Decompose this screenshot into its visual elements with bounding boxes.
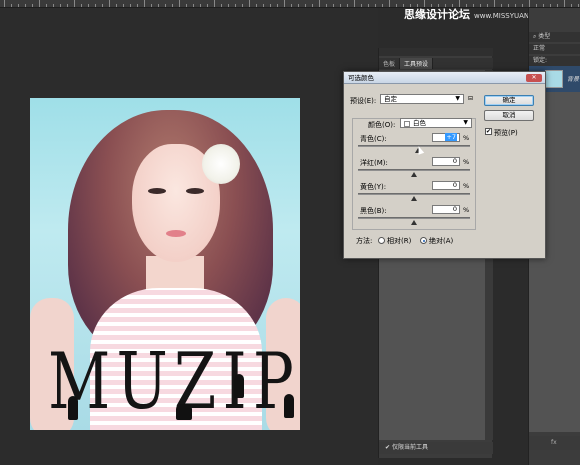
ok-button[interactable]: 确定 <box>484 95 534 106</box>
method-label: 方法: <box>356 237 373 245</box>
slider-value-text: 0 <box>452 181 457 189</box>
ruler-tick <box>109 0 110 7</box>
ruler-tick <box>389 0 390 7</box>
blend-mode-select[interactable]: 正常 <box>529 44 580 54</box>
ruler-tick <box>4 0 5 7</box>
percent-unit: % <box>463 206 470 214</box>
silhouette-icon <box>176 404 192 420</box>
current-tool-only-label: 仅限当前工具 <box>391 444 428 451</box>
close-icon[interactable]: ✕ <box>526 74 542 82</box>
slider-track[interactable] <box>358 217 470 225</box>
slider-label: 黑色(B): <box>360 207 387 215</box>
panel-footer: ✔ 仅限当前工具 <box>379 442 493 454</box>
slider-value-text: +7 <box>445 133 457 141</box>
layer-name: 背景 <box>567 76 580 83</box>
ruler-tick <box>564 0 565 7</box>
preset-select[interactable]: 自定 ▼ <box>380 94 464 104</box>
percent-unit: % <box>463 134 470 142</box>
lock-row: 锁定: <box>529 56 580 66</box>
site-watermark: 思缘设计论坛 www.MISSYUAN.com <box>404 6 546 22</box>
method-absolute-radio[interactable] <box>420 237 427 244</box>
tab-tool-presets[interactable]: 工具预设 <box>400 58 434 69</box>
photo-eye-left <box>148 188 166 194</box>
percent-unit: % <box>463 182 470 190</box>
colors-select[interactable]: 白色 ▼ <box>400 118 472 128</box>
slider-value-text: 0 <box>452 157 457 165</box>
ruler-tick <box>74 0 75 7</box>
slider-thumb[interactable] <box>411 172 417 177</box>
preset-value: 自定 <box>384 95 397 103</box>
colors-value: 白色 <box>413 119 426 127</box>
cancel-button[interactable]: 取消 <box>484 110 534 121</box>
ruler-tick <box>39 0 40 7</box>
slider-track[interactable] <box>358 169 470 177</box>
watermark-title: 思缘设计论坛 <box>404 8 470 21</box>
layer-thumbnail <box>545 70 563 88</box>
photo-flower <box>202 144 240 184</box>
layer-fx-button[interactable]: fx <box>529 436 580 450</box>
layer-kind-filter[interactable]: ⌕ 类型 <box>529 32 580 42</box>
slider-value-text: 0 <box>452 205 457 213</box>
photo-lips <box>166 230 186 237</box>
silhouette-icon <box>234 374 244 398</box>
silhouette-icon <box>68 396 78 420</box>
ruler-tick <box>319 0 320 7</box>
ruler-tick <box>179 0 180 7</box>
chevron-down-icon: ▼ <box>455 95 460 102</box>
slider-value-input[interactable]: 0 <box>432 205 460 214</box>
tab-swatches[interactable]: 色板 <box>379 58 401 69</box>
slider-thumb[interactable] <box>411 196 417 201</box>
preset-label: 预设(E): <box>350 97 377 105</box>
dialog-title: 可选颜色 <box>348 74 374 82</box>
panel-tabs: 色板 工具预设 <box>379 58 493 69</box>
ruler-tick <box>284 0 285 7</box>
ruler-tick <box>354 0 355 7</box>
slider-thumb[interactable] <box>411 220 417 225</box>
slider-track[interactable] <box>358 193 470 201</box>
percent-unit: % <box>463 158 470 166</box>
slider-value-input[interactable]: +7 <box>432 133 460 142</box>
preview-label: 预览(P) <box>494 129 518 137</box>
photo-document: MUZIPP <box>30 98 300 430</box>
white-swatch-icon <box>404 121 410 127</box>
slider-track[interactable] <box>358 145 470 153</box>
slider-label: 洋红(M): <box>360 159 388 167</box>
ruler-tick <box>214 0 215 7</box>
ruler-tick <box>144 0 145 7</box>
slider-value-input[interactable]: 0 <box>432 181 460 190</box>
ruler-tick <box>396 4 397 7</box>
canvas-area[interactable]: MUZIPP <box>0 8 378 465</box>
colors-label: 颜色(O): <box>368 121 396 129</box>
method-relative-radio[interactable] <box>378 237 385 244</box>
ruler-tick <box>249 0 250 7</box>
dialog-title-bar[interactable]: 可选颜色 ✕ <box>344 72 545 84</box>
preset-options-icon[interactable]: ⊟ <box>468 95 473 102</box>
panel-collapse-bar[interactable] <box>379 48 493 56</box>
method-absolute-label: 绝对(A) <box>429 237 454 245</box>
selective-color-dialog: 可选颜色 ✕ 预设(E): 自定 ▼ ⊟ 确定 取消 ✔ 预览(P) 颜色(O):… <box>343 71 546 259</box>
photo-eye-right <box>186 188 204 194</box>
chevron-down-icon: ▼ <box>463 119 468 126</box>
preview-checkbox[interactable]: ✔ <box>485 128 492 135</box>
current-tool-only-check[interactable]: ✔ <box>385 444 390 451</box>
slider-label: 黄色(Y): <box>360 183 387 191</box>
silhouette-icon <box>284 394 294 418</box>
slider-label: 青色(C): <box>360 135 387 143</box>
slider-value-input[interactable]: 0 <box>432 157 460 166</box>
ruler-tick <box>382 4 383 7</box>
method-relative-label: 相对(R) <box>387 237 412 245</box>
